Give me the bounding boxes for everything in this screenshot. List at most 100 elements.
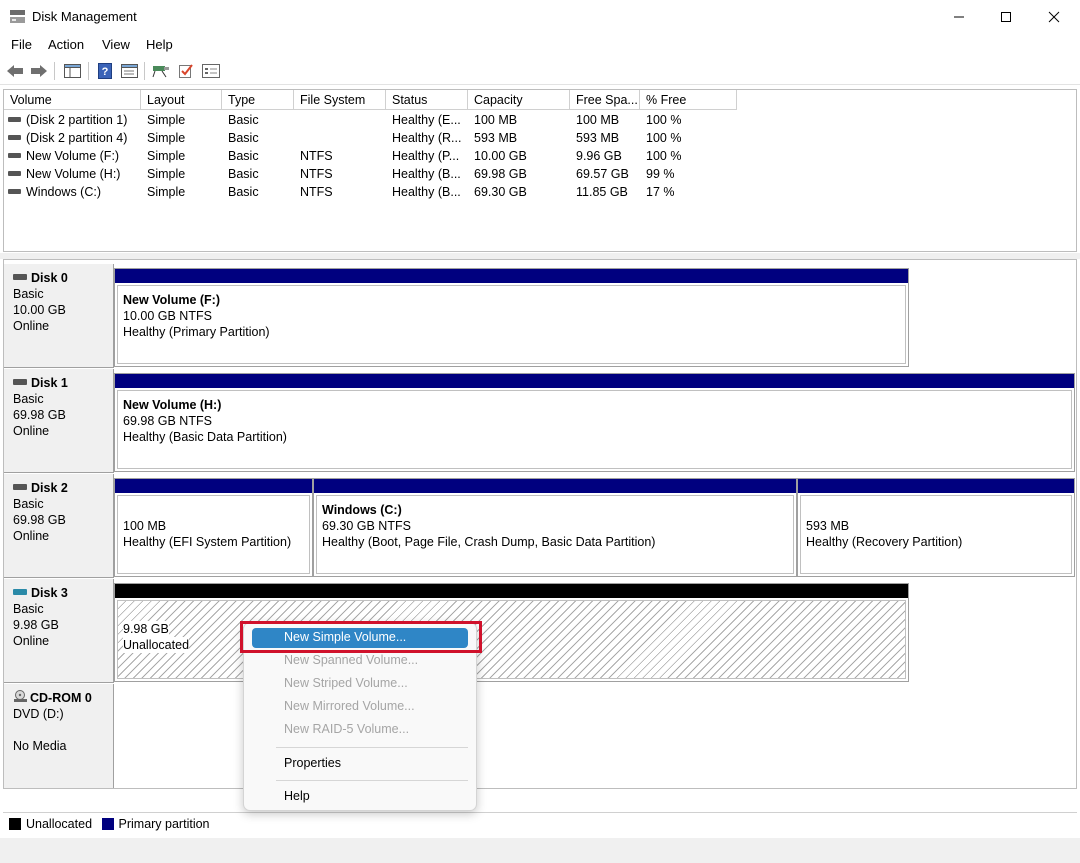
column-header-percent-free[interactable]: % Free <box>640 90 737 110</box>
column-header-status[interactable]: Status <box>386 90 468 110</box>
connect-icon <box>152 66 169 78</box>
settings-icon <box>202 64 220 78</box>
partition-status: Healthy (EFI System Partition) <box>123 535 292 549</box>
console-tree-button[interactable] <box>62 61 82 81</box>
help-button[interactable]: ? <box>95 61 115 81</box>
partition-size: 593 MB <box>806 519 850 533</box>
menu-separator <box>276 747 468 748</box>
cell-free-space: 100 MB <box>576 113 620 127</box>
partition-title: Windows (C:) <box>322 503 402 517</box>
cell-free-space: 593 MB <box>576 131 620 145</box>
check-icon <box>179 64 193 78</box>
table-row[interactable]: (Disk 2 partition 4) Simple Basic Health… <box>4 130 1076 148</box>
cell-type: Basic <box>228 149 259 163</box>
menu-separator <box>276 780 468 781</box>
primary-partition-bar <box>115 374 1074 388</box>
cell-volume: Windows (C:) <box>26 185 102 199</box>
unallocated-block[interactable]: 9.98 GB Unallocated <box>114 583 909 682</box>
properties-icon <box>120 64 138 78</box>
menu-item-properties[interactable]: Properties <box>252 754 468 774</box>
properties-button[interactable] <box>119 61 139 81</box>
disk-map: Disk 0 Basic 10.00 GB Online New Volume … <box>3 259 1077 789</box>
partition-block[interactable]: 100 MB Healthy (EFI System Partition) <box>114 478 313 577</box>
cell-type: Basic <box>228 113 259 127</box>
disk-state: Online <box>13 529 50 543</box>
column-header-file-system[interactable]: File System <box>294 90 386 110</box>
cell-layout: Simple <box>147 149 186 163</box>
table-row[interactable]: (Disk 2 partition 1) Simple Basic Health… <box>4 112 1076 130</box>
column-header-type[interactable]: Type <box>222 90 294 110</box>
disk-label[interactable]: Disk 1 Basic 69.98 GB Online <box>4 369 114 473</box>
partition-status: Healthy (Basic Data Partition) <box>123 430 287 444</box>
menu-item-new-spanned-volume: New Spanned Volume... <box>284 653 419 667</box>
disk-label[interactable]: Disk 3 Basic 9.98 GB Online <box>4 579 114 683</box>
close-button[interactable] <box>1030 0 1078 34</box>
legend: Unallocated Primary partition <box>3 812 1077 836</box>
disk-state: No Media <box>13 739 67 753</box>
cell-layout: Simple <box>147 113 186 127</box>
disk-row-0: Disk 0 Basic 10.00 GB Online New Volume … <box>4 264 1076 368</box>
partition-status: Healthy (Recovery Partition) <box>806 535 963 549</box>
menu-file[interactable]: File <box>11 37 32 52</box>
maximize-button[interactable] <box>982 0 1030 34</box>
context-menu: New Simple Volume... New Spanned Volume.… <box>243 622 477 811</box>
disk-type: Basic <box>13 392 44 406</box>
cell-layout: Simple <box>147 131 186 145</box>
column-header-volume[interactable]: Volume <box>4 90 141 110</box>
minimize-button[interactable] <box>935 0 983 34</box>
cell-percent-free: 100 % <box>646 113 682 127</box>
disk-type: Basic <box>13 497 44 511</box>
cell-capacity: 69.98 GB <box>474 167 527 181</box>
table-row[interactable]: Windows (C:) Simple Basic NTFS Healthy (… <box>4 184 1076 202</box>
volume-list: Volume Layout Type File System Status Ca… <box>3 89 1077 252</box>
column-header-free-space[interactable]: Free Spa... <box>570 90 640 110</box>
cell-status: Healthy (R... <box>392 131 462 145</box>
table-row[interactable]: New Volume (H:) Simple Basic NTFS Health… <box>4 166 1076 184</box>
menu-action[interactable]: Action <box>48 37 84 52</box>
disk-size: 10.00 GB <box>13 303 66 317</box>
drive-icon <box>8 117 21 123</box>
forward-button[interactable] <box>29 61 49 81</box>
disk-icon <box>13 378 27 385</box>
disk-management-icon <box>10 10 25 23</box>
menu-item-help[interactable]: Help <box>252 787 468 807</box>
disk-row-1: Disk 1 Basic 69.98 GB Online New Volume … <box>4 369 1076 473</box>
menu-item-new-raid5-volume: New RAID-5 Volume... <box>284 722 410 736</box>
check-button[interactable] <box>176 61 196 81</box>
menu-item-new-striped-volume: New Striped Volume... <box>284 676 408 690</box>
table-row[interactable]: New Volume (F:) Simple Basic NTFS Health… <box>4 148 1076 166</box>
connect-button[interactable] <box>151 61 171 81</box>
menu-item-new-simple-volume[interactable]: New Simple Volume... <box>252 628 468 648</box>
cell-capacity: 69.30 GB <box>474 185 527 199</box>
partition-block[interactable]: Windows (C:) 69.30 GB NTFS Healthy (Boot… <box>313 478 797 577</box>
cell-status: Healthy (B... <box>392 167 461 181</box>
disk-label[interactable]: Disk 0 Basic 10.00 GB Online <box>4 264 114 368</box>
cell-percent-free: 100 % <box>646 131 682 145</box>
menu-view[interactable]: View <box>102 37 130 52</box>
disk-icon <box>13 273 27 280</box>
disk-label[interactable]: Disk 2 Basic 69.98 GB Online <box>4 474 114 578</box>
title-bar: Disk Management <box>0 0 1080 34</box>
settings-button[interactable] <box>201 61 221 81</box>
partition-size: 10.00 GB NTFS <box>123 309 212 323</box>
disk-state: Online <box>13 424 50 438</box>
partition-block[interactable]: 593 MB Healthy (Recovery Partition) <box>797 478 1075 577</box>
disk-name: Disk 1 <box>31 376 68 390</box>
maximize-icon <box>1001 12 1011 22</box>
column-header-layout[interactable]: Layout <box>141 90 222 110</box>
column-header-capacity[interactable]: Capacity <box>468 90 570 110</box>
menu-item-new-mirrored-volume: New Mirrored Volume... <box>284 699 415 713</box>
cell-capacity: 100 MB <box>474 113 518 127</box>
disk-icon <box>13 588 27 595</box>
cell-layout: Simple <box>147 167 186 181</box>
disk-label[interactable]: CD-ROM 0 DVD (D:) No Media <box>4 684 114 788</box>
partition-size: 69.98 GB NTFS <box>123 414 212 428</box>
cell-layout: Simple <box>147 185 186 199</box>
partition-block[interactable]: New Volume (H:) 69.98 GB NTFS Healthy (B… <box>114 373 1075 472</box>
back-button[interactable] <box>5 61 25 81</box>
disk-row-3: Disk 3 Basic 9.98 GB Online 9.98 GB Unal… <box>4 579 1076 683</box>
menu-help[interactable]: Help <box>146 37 173 52</box>
partition-size: 9.98 GB <box>123 621 169 637</box>
disk-size: 69.98 GB <box>13 408 66 422</box>
partition-block[interactable]: New Volume (F:) 10.00 GB NTFS Healthy (P… <box>114 268 909 367</box>
